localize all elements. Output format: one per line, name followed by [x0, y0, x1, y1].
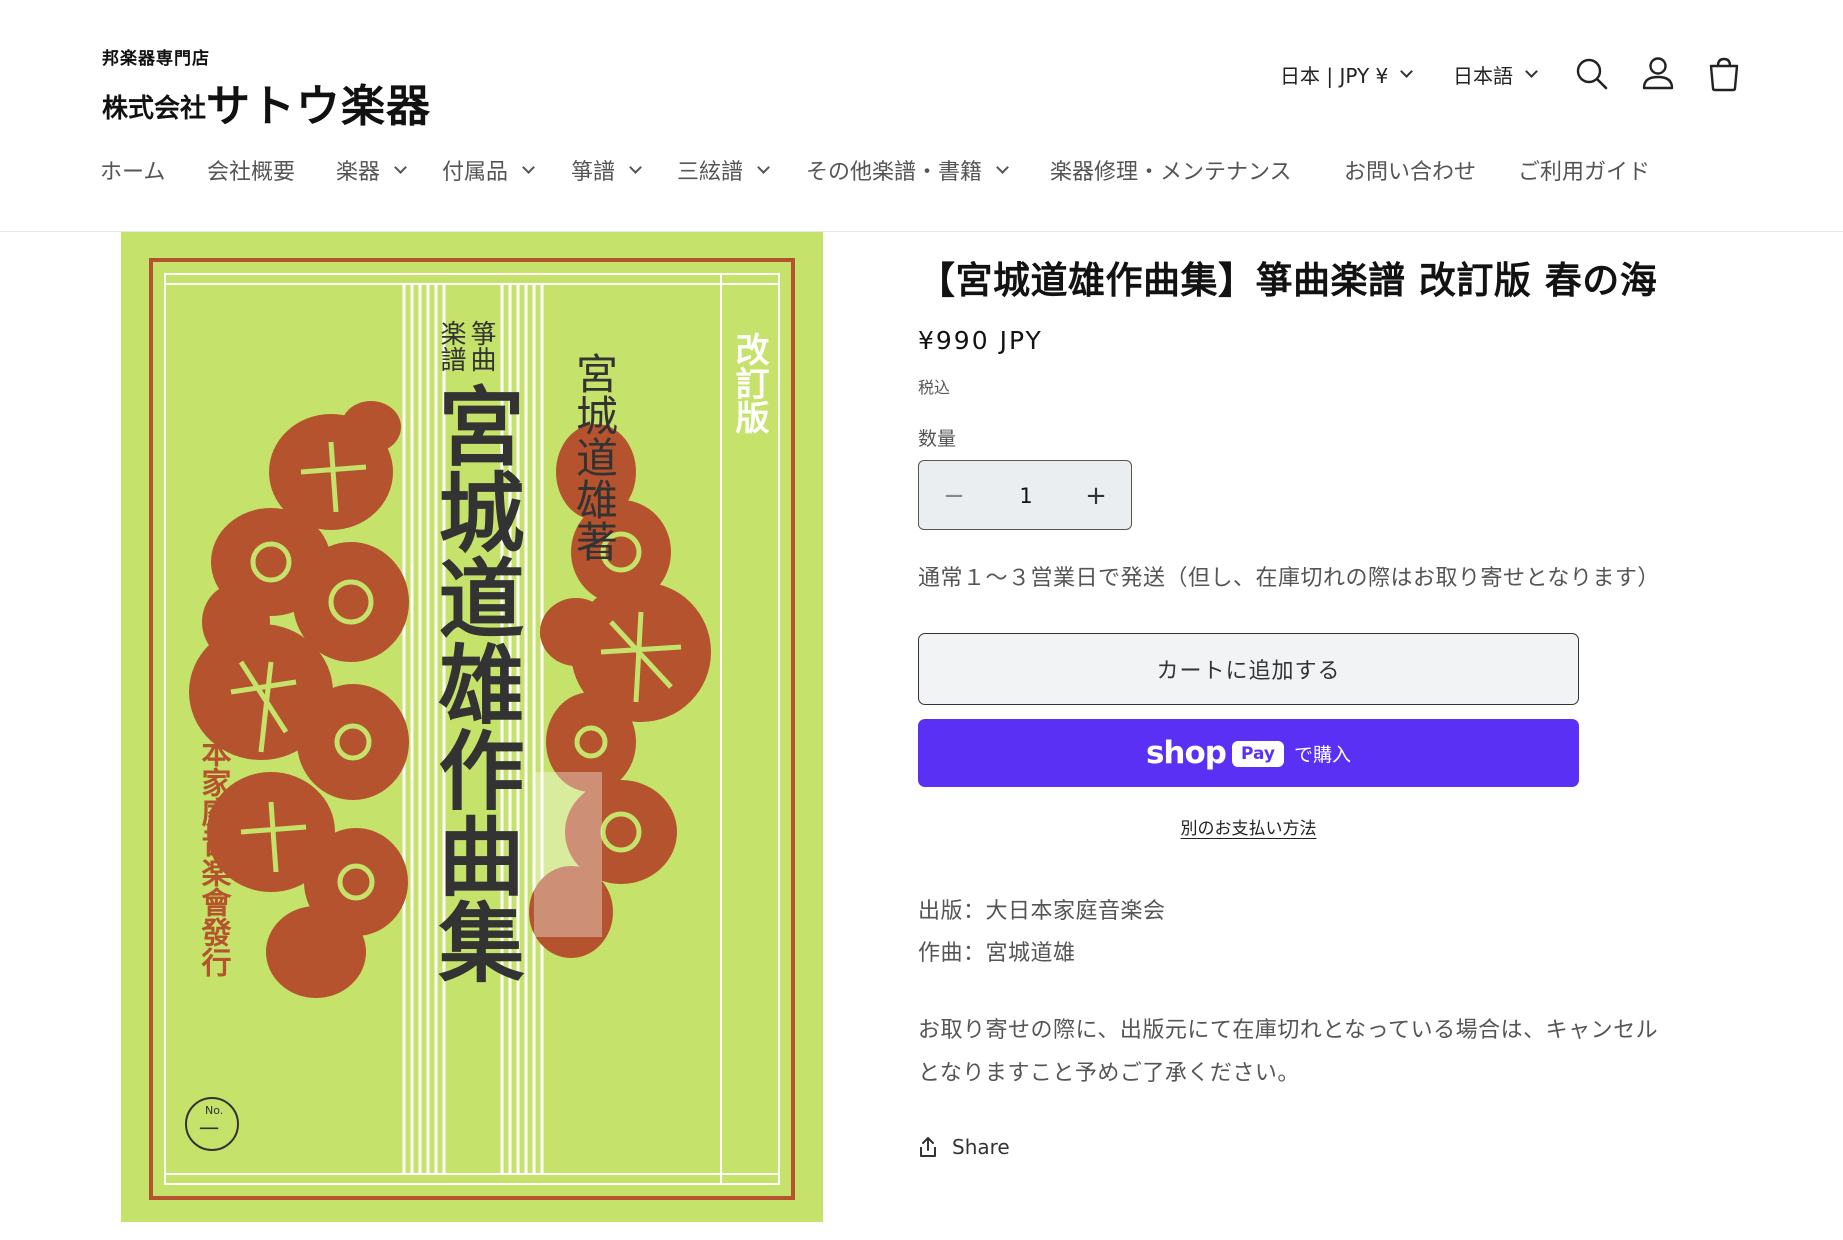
chevron-down-icon	[522, 160, 535, 174]
cart-button[interactable]	[1702, 52, 1746, 96]
store-logo[interactable]: 邦楽器専門店 株式会社サトウ楽器	[102, 44, 462, 132]
language-selector[interactable]: 日本語	[1453, 56, 1538, 92]
share-icon	[920, 1137, 936, 1157]
tax-note: 税込	[918, 378, 951, 397]
share-button[interactable]: Share	[918, 1132, 1010, 1162]
cover-main-title: 宮城道雄作曲集	[423, 382, 525, 984]
product-price: ¥990 JPY	[918, 326, 1043, 355]
chevron-down-icon	[757, 160, 770, 174]
nav-item-label: 三絃譜	[677, 160, 744, 185]
nav-item-instruments[interactable]: 楽器	[336, 152, 407, 188]
score-cover-illustration: 改訂版 箏曲 楽譜 宮城道雄作曲集 宮城道雄著 大日本家庭音楽會發行 No. 一	[149, 258, 795, 1200]
nav-item-label: その他楽譜・書籍	[806, 160, 983, 185]
publisher-info: 出版：大日本家庭音楽会	[918, 899, 1166, 924]
quantity-stepper: − 1 +	[918, 460, 1132, 530]
nav-item-home[interactable]: ホーム	[100, 152, 165, 188]
shop-pay-button[interactable]: shop Pay で購入	[918, 719, 1579, 787]
chevron-down-icon	[996, 160, 1009, 174]
chevron-down-icon	[394, 160, 407, 174]
nav-item-label: 会社概要	[207, 160, 296, 185]
share-label: Share	[952, 1135, 1010, 1159]
chevron-down-icon	[1400, 64, 1414, 78]
shop-pay-label: で購入	[1294, 743, 1352, 766]
product-title: 【宮城道雄作曲集】箏曲楽譜 改訂版 春の海	[918, 259, 1658, 302]
cover-number-label: No.	[205, 1104, 223, 1117]
quantity-label: 数量	[918, 428, 957, 450]
main-navigation: ホーム 会社概要 楽器 付属品 箏譜 三絃譜 その他楽譜・書籍 楽器修理・メンテ…	[0, 152, 1843, 188]
add-to-cart-button[interactable]: カートに追加する	[918, 633, 1579, 705]
nav-item-shamisen-scores[interactable]: 三絃譜	[677, 152, 770, 188]
account-button[interactable]	[1636, 52, 1680, 96]
account-icon	[1642, 57, 1674, 90]
nav-item-repair[interactable]: 楽器修理・メンテナンス	[1050, 152, 1292, 188]
cover-publisher: 大日本家庭音楽會發行	[196, 677, 233, 977]
notice-line-1: お取り寄せの際に、出版元にて在庫切れとなっている場合は、キャンセル	[918, 1018, 1659, 1043]
nav-item-other-books[interactable]: その他楽譜・書籍	[806, 152, 1009, 188]
nav-item-label: 箏譜	[571, 160, 616, 185]
more-payment-link[interactable]: 別のお支払い方法	[1181, 819, 1317, 839]
nav-item-contact[interactable]: お問い合わせ	[1344, 152, 1476, 188]
more-payment-options: 別のお支払い方法	[918, 814, 1579, 839]
chevron-down-icon	[1525, 64, 1538, 78]
nav-item-accessories[interactable]: 付属品	[442, 152, 535, 188]
nav-item-koto-scores[interactable]: 箏譜	[571, 152, 642, 188]
logo-title: 株式会社サトウ楽器	[102, 66, 432, 132]
quantity-increase-button[interactable]: +	[1061, 461, 1131, 531]
cover-series-left: 楽譜	[436, 320, 466, 372]
quantity-decrease-button[interactable]: −	[919, 461, 989, 531]
nav-item-label: 楽器	[336, 160, 381, 185]
nav-item-company[interactable]: 会社概要	[207, 152, 295, 188]
language-label: 日本語	[1453, 63, 1513, 88]
nav-item-label: 楽器修理・メンテナンス	[1050, 160, 1292, 185]
cover-series-right: 箏曲	[466, 320, 496, 372]
site-header: 邦楽器専門店 株式会社サトウ楽器 日本 | JPY ¥ 日本語 ホーム 会社概要…	[0, 0, 1843, 232]
search-icon	[1576, 58, 1608, 90]
cover-edition-label: 改訂版	[729, 332, 769, 435]
shop-pay-logo: shop	[1145, 735, 1227, 771]
product-image[interactable]: 改訂版 箏曲 楽譜 宮城道雄作曲集 宮城道雄著 大日本家庭音楽會發行 No. 一	[121, 232, 823, 1222]
logo-name: サトウ楽器	[206, 81, 432, 132]
chevron-down-icon	[629, 160, 642, 174]
nav-item-label: 付属品	[442, 160, 509, 185]
nav-item-guide[interactable]: ご利用ガイド	[1518, 152, 1650, 188]
shop-pay-badge: Pay	[1231, 741, 1285, 767]
composer-info: 作曲：宮城道雄	[918, 941, 1076, 966]
currency-selector[interactable]: 日本 | JPY ¥	[1280, 56, 1414, 92]
quantity-input[interactable]: 1	[989, 461, 1063, 531]
nav-item-label: ご利用ガイド	[1518, 160, 1651, 185]
currency-label: 日本 | JPY ¥	[1280, 63, 1389, 88]
logo-prefix: 株式会社	[102, 94, 207, 124]
notice-line-2: となりますこと予めご了承ください。	[918, 1061, 1300, 1086]
cart-icon	[1709, 57, 1739, 92]
nav-item-label: お問い合わせ	[1344, 160, 1477, 185]
search-button[interactable]	[1570, 52, 1614, 96]
shipping-note: 通常１～３営業日で発送（但し、在庫切れの際はお取り寄せとなります）	[918, 566, 1660, 591]
cover-number-value: 一	[199, 1117, 219, 1141]
cover-author: 宮城道雄著	[570, 352, 619, 562]
nav-item-label: ホーム	[100, 160, 166, 185]
